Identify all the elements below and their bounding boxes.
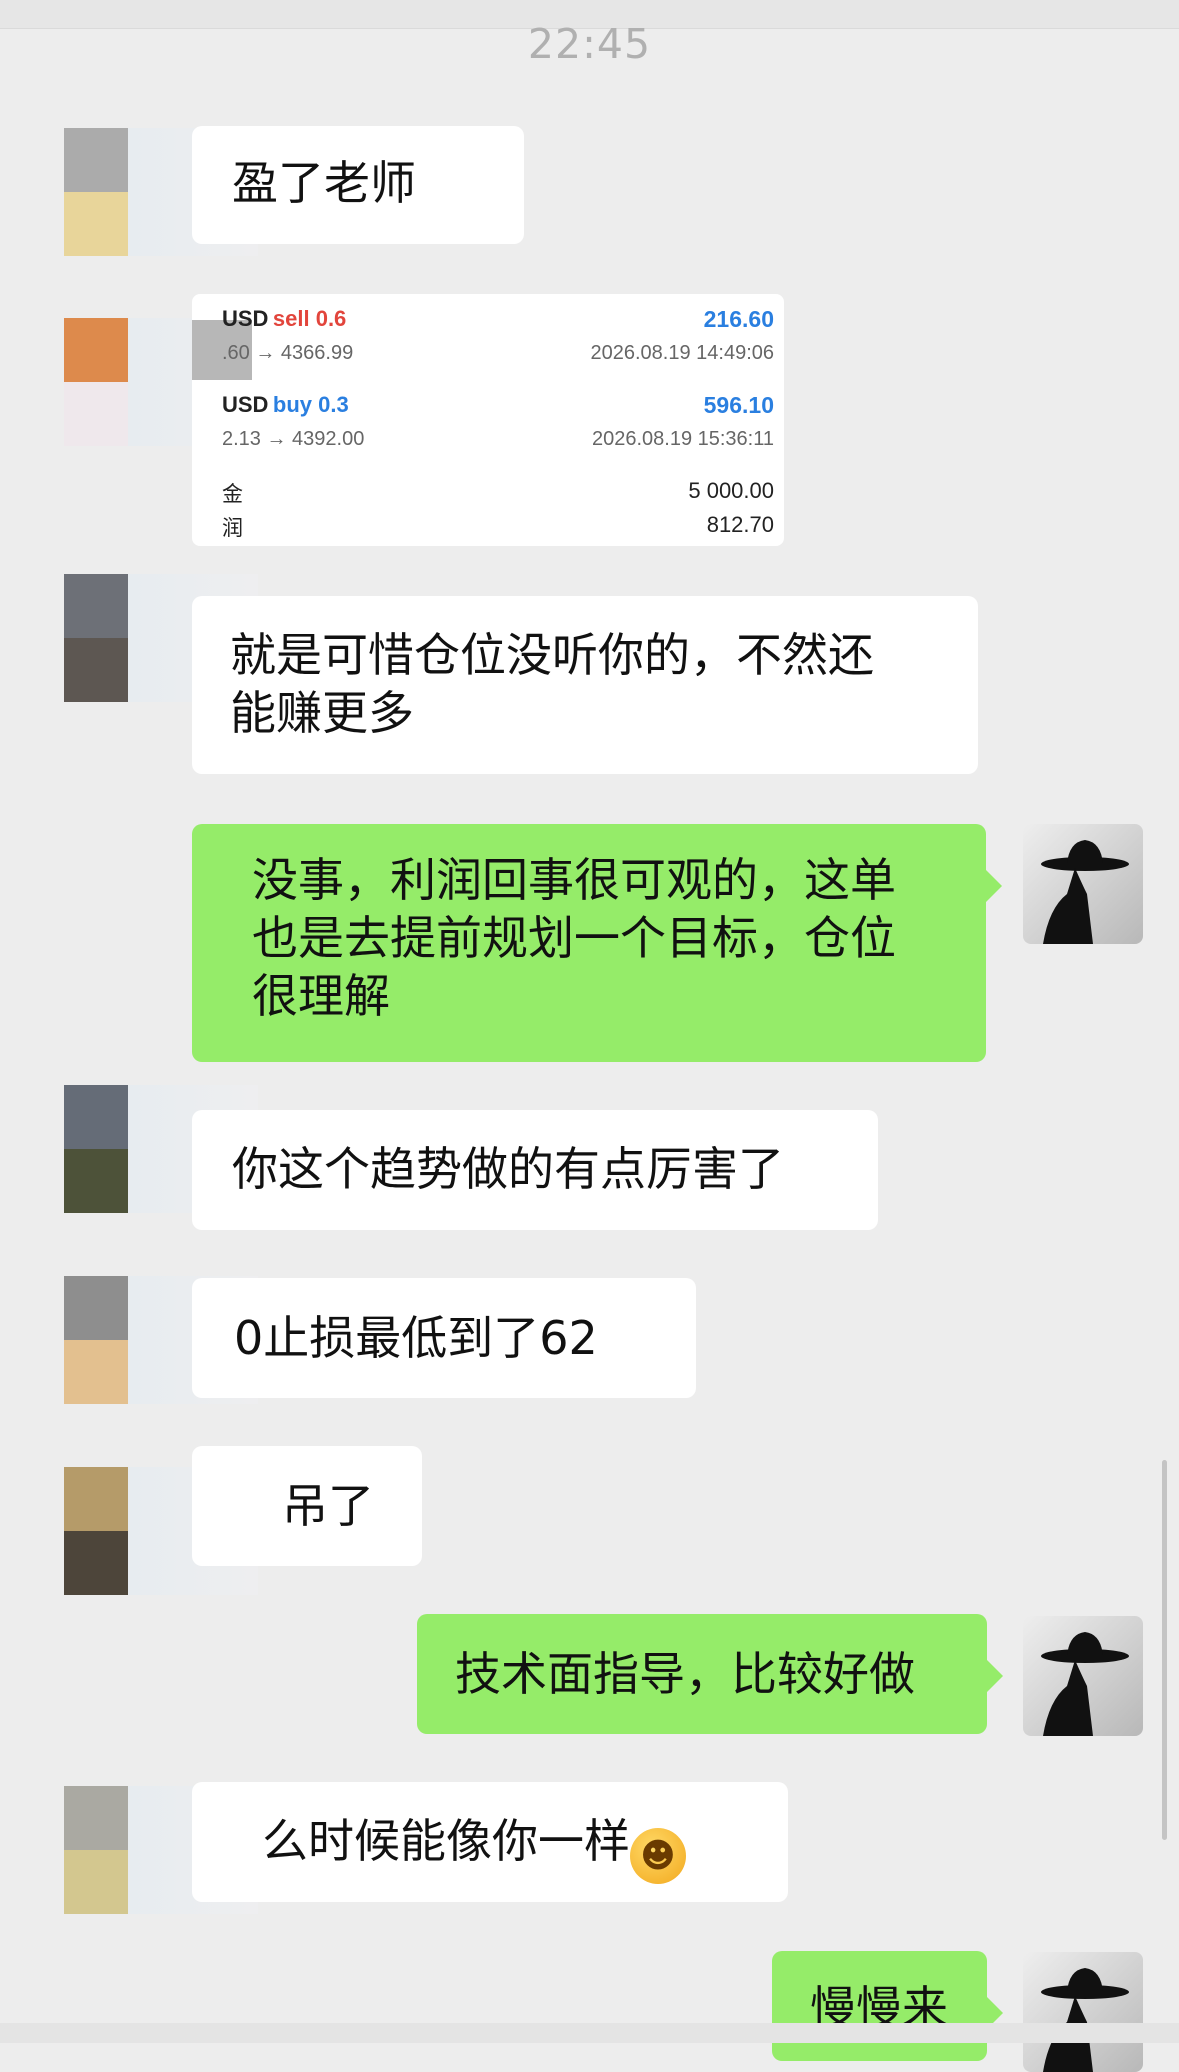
trade-date: 2026.08.19 15:36:11 <box>591 428 774 450</box>
message-text: 吊了 <box>282 1479 374 1533</box>
message-text: 没事，利润回事很可观的，这单 也是去提前规划一个目标，仓位 很理解 <box>252 853 896 1023</box>
message-bubble-outgoing[interactable]: 没事，利润回事很可观的，这单 也是去提前规划一个目标，仓位 很理解 <box>192 824 1002 1062</box>
message-text: 技术面指导，比较好做 <box>455 1647 915 1701</box>
trade-side: sell 0.6 <box>272 306 347 331</box>
message-bubble-incoming[interactable]: 你这个趋势做的有点厉害了 <box>192 1110 878 1230</box>
message-text: 么时候能像你一样 ☻ <box>262 1812 686 1884</box>
trade-prices: 2.13 → 4392.00 <box>222 428 365 450</box>
contact-avatar[interactable] <box>64 574 128 702</box>
my-avatar[interactable] <box>1023 1952 1143 2072</box>
face-with-tears-emoji-icon: ☻ <box>630 1828 686 1884</box>
trade-prices: .60 → 4366.99 <box>222 342 354 364</box>
message-bubble-incoming[interactable]: 么时候能像你一样 ☻ <box>192 1782 788 1902</box>
message-bubble-outgoing[interactable]: 技术面指导，比较好做 <box>417 1614 1003 1734</box>
message-text: 盈了老师 <box>232 156 416 210</box>
trade-profit: 216.60 <box>703 306 774 332</box>
contact-avatar[interactable] <box>64 1085 128 1213</box>
summary-label: 金 <box>222 483 243 506</box>
bottom-edge <box>0 2023 1179 2043</box>
person-in-hat-icon <box>1041 1632 1129 1736</box>
trade-profit: 596.10 <box>703 392 774 418</box>
message-text: 你这个趋势做的有点厉害了 <box>232 1142 784 1196</box>
trade-date: 2026.08.19 14:49:06 <box>590 342 774 364</box>
person-in-hat-icon <box>1041 840 1129 944</box>
message-bubble-incoming[interactable]: 吊了 <box>192 1446 422 1566</box>
message-bubble-incoming[interactable]: 盈了老师 <box>192 126 524 244</box>
trade-side: buy 0.3 <box>272 392 349 417</box>
summary-value: 812.70 <box>706 512 774 537</box>
contact-avatar[interactable] <box>64 318 128 446</box>
person-in-hat-icon <box>1041 1968 1129 2072</box>
summary-label: 润 <box>222 517 243 540</box>
message-text: 就是可惜仓位没听你的，不然还 能赚更多 <box>230 628 874 740</box>
message-bubble-incoming[interactable]: 0止损最低到了62 <box>192 1278 696 1398</box>
contact-avatar[interactable] <box>64 1786 128 1914</box>
trade-summary-card[interactable]: USD sell 0.6 216.60 .60 → 4366.99 2026.0… <box>192 294 784 546</box>
trade-symbol: USD <box>222 392 269 417</box>
my-avatar[interactable] <box>1023 824 1143 944</box>
contact-avatar[interactable] <box>64 1467 128 1595</box>
contact-avatar[interactable] <box>64 1276 128 1404</box>
summary-value: 5 000.00 <box>688 478 774 503</box>
message-text: 0止损最低到了62 <box>234 1311 598 1365</box>
my-avatar[interactable] <box>1023 1616 1143 1736</box>
message-bubble-incoming[interactable]: 就是可惜仓位没听你的，不然还 能赚更多 <box>192 596 978 774</box>
chat-timestamp: 22:45 <box>527 20 652 68</box>
message-bubble-outgoing[interactable]: 慢慢来 <box>772 1951 1003 2061</box>
contact-avatar[interactable] <box>64 128 128 256</box>
trade-symbol: USD <box>222 306 269 331</box>
scrollbar[interactable] <box>1162 1460 1167 1840</box>
